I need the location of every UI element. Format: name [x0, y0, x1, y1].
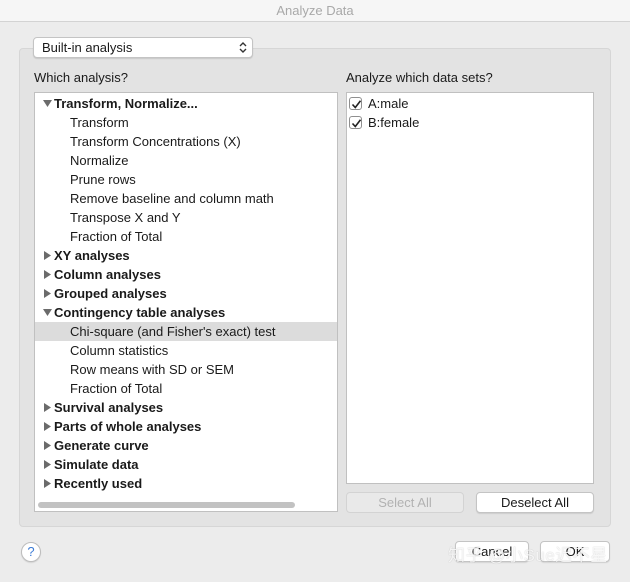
analysis-group-row[interactable]: Survival analyses	[35, 398, 337, 417]
help-button[interactable]: ?	[21, 542, 41, 562]
disclosure-closed-icon[interactable]	[43, 289, 52, 298]
analysis-group-row[interactable]: Transform, Normalize...	[35, 94, 337, 113]
analysis-row-label: Parts of whole analyses	[54, 419, 202, 434]
analysis-row-label: Fraction of Total	[70, 229, 163, 244]
checkmark-icon	[351, 100, 362, 109]
dataset-row[interactable]: A:male	[347, 94, 593, 113]
disclosure-closed-icon[interactable]	[43, 479, 52, 488]
dataset-list[interactable]: A:male B:female	[346, 92, 594, 484]
dataset-list-label: Analyze which data sets?	[346, 70, 493, 85]
checkbox-checked[interactable]	[349, 97, 362, 110]
analysis-group-row[interactable]: Simulate data	[35, 455, 337, 474]
analysis-row-label: Grouped analyses	[54, 286, 167, 301]
disclosure-open-icon[interactable]	[43, 99, 52, 108]
analysis-row-label: Chi-square (and Fisher's exact) test	[70, 324, 276, 339]
analysis-item-row[interactable]: Transpose X and Y	[35, 208, 337, 227]
analysis-group-row[interactable]: Generate curve	[35, 436, 337, 455]
analysis-type-popup[interactable]: Built-in analysis	[33, 37, 253, 58]
analysis-row-label: Fraction of Total	[70, 381, 163, 396]
analysis-row-label: Transform, Normalize...	[54, 96, 198, 111]
analysis-row-label: Transform Concentrations (X)	[70, 134, 241, 149]
analysis-group-row[interactable]: Contingency table analyses	[35, 303, 337, 322]
analysis-row-label: Recently used	[54, 476, 143, 491]
analysis-row-label: Transform	[70, 115, 129, 130]
analysis-item-row[interactable]: Fraction of Total	[35, 379, 337, 398]
analysis-item-row[interactable]: Prune rows	[35, 170, 337, 189]
analysis-item-row[interactable]: Row means with SD or SEM	[35, 360, 337, 379]
window-title: Analyze Data	[0, 0, 630, 22]
analysis-row-label: Prune rows	[70, 172, 136, 187]
analysis-list-label: Which analysis?	[34, 70, 128, 85]
analysis-row-label: Row means with SD or SEM	[70, 362, 234, 377]
deselect-all-button[interactable]: Deselect All	[476, 492, 594, 513]
disclosure-closed-icon[interactable]	[43, 441, 52, 450]
dataset-label: A:male	[368, 96, 409, 111]
analysis-row-label: Survival analyses	[54, 400, 164, 415]
analysis-row-label: Normalize	[70, 153, 129, 168]
disclosure-closed-icon[interactable]	[43, 251, 52, 260]
disclosure-closed-icon[interactable]	[43, 460, 52, 469]
checkmark-icon	[351, 119, 362, 128]
dataset-label: B:female	[368, 115, 420, 130]
analysis-row-label: Transpose X and Y	[70, 210, 181, 225]
analysis-row-label: Remove baseline and column math	[70, 191, 274, 206]
checkbox-checked[interactable]	[349, 116, 362, 129]
analysis-row-label: Generate curve	[54, 438, 149, 453]
analysis-row-label: Column statistics	[70, 343, 169, 358]
analysis-item-row[interactable]: Chi-square (and Fisher's exact) test	[35, 322, 337, 341]
watermark-text: 知乎 @小Sue迟不星	[448, 546, 608, 565]
analysis-item-row[interactable]: Remove baseline and column math	[35, 189, 337, 208]
analysis-group-row[interactable]: XY analyses	[35, 246, 337, 265]
analysis-item-row[interactable]: Fraction of Total	[35, 227, 337, 246]
dataset-row[interactable]: B:female	[347, 113, 593, 132]
analysis-type-value: Built-in analysis	[42, 40, 133, 55]
disclosure-closed-icon[interactable]	[43, 422, 52, 431]
horizontal-scrollbar[interactable]	[38, 502, 295, 508]
analysis-item-row[interactable]: Transform	[35, 113, 337, 132]
disclosure-open-icon[interactable]	[43, 308, 52, 317]
analysis-group-row[interactable]: Column analyses	[35, 265, 337, 284]
analysis-row-label: Simulate data	[54, 457, 139, 472]
disclosure-closed-icon[interactable]	[43, 403, 52, 412]
analysis-group-row[interactable]: Recently used	[35, 474, 337, 493]
chevron-up-down-icon	[239, 42, 247, 53]
analysis-row-label: Column analyses	[54, 267, 161, 282]
analysis-item-row[interactable]: Normalize	[35, 151, 337, 170]
analysis-group-row[interactable]: Parts of whole analyses	[35, 417, 337, 436]
analysis-group-row[interactable]: Grouped analyses	[35, 284, 337, 303]
analysis-row-label: Contingency table analyses	[54, 305, 226, 320]
disclosure-closed-icon[interactable]	[43, 270, 52, 279]
analysis-row-label: XY analyses	[54, 248, 130, 263]
analysis-item-row[interactable]: Column statistics	[35, 341, 337, 360]
analysis-list[interactable]: Transform, Normalize... Transform Transfor…	[34, 92, 338, 512]
analysis-item-row[interactable]: Transform Concentrations (X)	[35, 132, 337, 151]
select-all-button[interactable]: Select All	[346, 492, 464, 513]
